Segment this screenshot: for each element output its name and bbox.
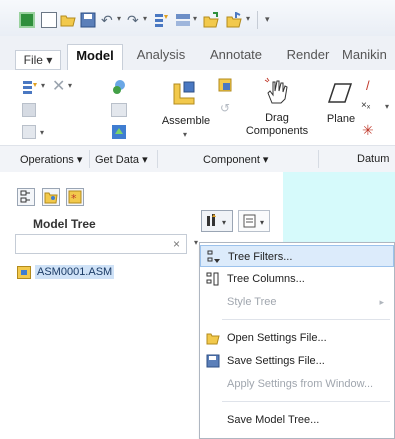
windows-dropdown-icon[interactable]: ▾ bbox=[193, 14, 197, 23]
regenerate-icon[interactable] bbox=[153, 12, 169, 28]
point-icon[interactable]: ×ₓ bbox=[361, 100, 370, 111]
group-component-label: Component bbox=[203, 154, 260, 166]
redo-icon[interactable]: ↷ bbox=[127, 12, 143, 28]
settings-dropdown-menu: Tree Filters... Tree Columns... Style Tr… bbox=[199, 242, 395, 439]
menu-item-label: Tree Columns... bbox=[227, 273, 305, 285]
new-icon[interactable] bbox=[41, 12, 57, 28]
app-icon bbox=[19, 12, 35, 28]
point-dropdown-icon[interactable]: ▾ bbox=[385, 102, 389, 111]
ribbon-tabs: File ▾ Model Analysis Annotate Render Ma… bbox=[0, 36, 395, 70]
customize-icon[interactable]: ▾ bbox=[265, 14, 270, 25]
toolbar-divider bbox=[257, 11, 258, 29]
assembly-icon bbox=[17, 266, 31, 279]
tab-analysis[interactable]: Analysis bbox=[127, 44, 195, 70]
show-button[interactable]: ▾ bbox=[238, 210, 270, 232]
menu-item-open-settings-file[interactable]: Open Settings File... bbox=[200, 327, 394, 349]
save-icon[interactable] bbox=[80, 12, 96, 28]
paste-dropdown-icon[interactable]: ▾ bbox=[40, 128, 44, 137]
assemble-icon[interactable] bbox=[170, 78, 198, 106]
tab-annotate[interactable]: Annotate bbox=[200, 44, 272, 70]
tab-file-label: File bbox=[23, 53, 43, 67]
undo-dropdown-icon[interactable]: ▾ bbox=[117, 14, 121, 23]
ribbon-group-bar: Operations ▾ Get Data ▾ Component ▾ Datu… bbox=[0, 145, 395, 173]
tree-columns-icon bbox=[206, 272, 220, 286]
menu-item-label: Open Settings File... bbox=[227, 332, 327, 344]
group-get-data[interactable]: Get Data ▾ bbox=[95, 153, 148, 166]
user-defined-feature-icon[interactable] bbox=[111, 79, 127, 95]
package-icon[interactable] bbox=[218, 78, 232, 92]
menu-item-label: Style Tree bbox=[227, 296, 277, 308]
tab-file[interactable]: File ▾ bbox=[15, 50, 61, 70]
menu-item-tree-columns[interactable]: Tree Columns... bbox=[200, 268, 394, 290]
open-folder-icon[interactable] bbox=[203, 12, 219, 28]
search-dropdown-icon[interactable]: ▾ bbox=[194, 238, 198, 247]
graphics-area[interactable] bbox=[283, 172, 395, 242]
drag-hand-icon[interactable] bbox=[262, 77, 290, 105]
redo-dropdown-icon[interactable]: ▾ bbox=[143, 14, 147, 23]
menu-item-label: Save Settings File... bbox=[227, 355, 325, 367]
assemble-dropdown-icon[interactable]: ▾ bbox=[183, 130, 187, 139]
delete-icon[interactable]: ✕ bbox=[52, 76, 65, 96]
tree-filters-icon bbox=[207, 250, 221, 264]
search-input[interactable] bbox=[20, 236, 164, 254]
copy-icon[interactable] bbox=[22, 103, 36, 117]
svg-text:*: * bbox=[71, 192, 77, 205]
save-icon bbox=[206, 354, 220, 368]
svg-text:▾: ▾ bbox=[260, 218, 264, 227]
tree-settings-icon: ▾ bbox=[207, 214, 226, 227]
delete-dropdown-icon[interactable]: ▾ bbox=[68, 81, 72, 90]
group-divider bbox=[318, 150, 319, 168]
menu-separator bbox=[222, 401, 390, 402]
folder-dropdown-icon[interactable]: ▾ bbox=[246, 14, 250, 23]
group-divider bbox=[89, 150, 90, 168]
model-tree-title: Model Tree bbox=[33, 217, 96, 231]
axis-icon[interactable]: / bbox=[366, 78, 370, 93]
copy-geometry-icon[interactable] bbox=[111, 103, 127, 117]
plane-label[interactable]: Plane bbox=[322, 113, 360, 126]
settings-button[interactable]: ▾ bbox=[201, 210, 233, 232]
tree-item-label: ASM0001.ASM bbox=[35, 265, 115, 279]
menu-item-save-settings-file[interactable]: Save Settings File... bbox=[200, 350, 394, 372]
undo-icon[interactable]: ↶ bbox=[101, 12, 117, 28]
group-component[interactable]: Component ▾ bbox=[203, 153, 268, 166]
svg-text:▾: ▾ bbox=[222, 218, 226, 227]
group-divider bbox=[157, 150, 158, 168]
open-folder-icon bbox=[206, 331, 220, 345]
menu-item-apply-settings-from-window: Apply Settings from Window... bbox=[200, 373, 394, 395]
drag-components-label[interactable]: Drag Components bbox=[242, 112, 312, 138]
tab-manikin[interactable]: Manikin bbox=[342, 44, 395, 70]
open-icon[interactable] bbox=[60, 12, 76, 28]
regenerate-icon[interactable] bbox=[22, 80, 38, 96]
submenu-arrow-icon: ▸ bbox=[379, 297, 384, 307]
menu-separator bbox=[222, 319, 390, 320]
menu-item-label: Save Model Tree... bbox=[227, 414, 320, 426]
menu-item-label: Apply Settings from Window... bbox=[227, 378, 374, 390]
folder-browser-tab-icon[interactable] bbox=[42, 188, 60, 206]
menu-item-save-model-tree[interactable]: Save Model Tree... bbox=[200, 409, 394, 431]
repeat-icon: ↺ bbox=[220, 101, 231, 115]
favorites-tab-icon[interactable]: * bbox=[66, 188, 84, 206]
menu-item-style-tree: Style Tree ▸ bbox=[200, 291, 394, 313]
group-operations-label: Operations bbox=[20, 154, 74, 166]
model-tree-tab-icon[interactable] bbox=[17, 188, 35, 206]
shrinkwrap-icon[interactable] bbox=[111, 124, 127, 140]
paste-icon[interactable] bbox=[22, 125, 36, 139]
assemble-label[interactable]: Assemble bbox=[156, 115, 216, 128]
regenerate-dropdown-icon[interactable]: ▾ bbox=[41, 81, 45, 90]
group-operations[interactable]: Operations ▾ bbox=[20, 153, 82, 166]
tab-model[interactable]: Model bbox=[67, 44, 123, 70]
windows-icon[interactable] bbox=[175, 12, 191, 28]
show-icon: ▾ bbox=[243, 214, 264, 228]
group-datum[interactable]: Datum bbox=[357, 153, 389, 165]
folder-arrow-icon[interactable] bbox=[226, 11, 242, 28]
plane-icon[interactable] bbox=[327, 82, 353, 104]
model-tree-search: × bbox=[15, 234, 187, 254]
coordinate-system-icon[interactable]: ✳ bbox=[362, 122, 374, 139]
menu-item-tree-filters[interactable]: Tree Filters... bbox=[200, 245, 394, 267]
quick-access-toolbar: ↶ ▾ ↷ ▾ ▾ ▾ ▾ bbox=[0, 0, 395, 37]
group-get-data-label: Get Data bbox=[95, 154, 140, 166]
tab-render[interactable]: Render bbox=[279, 44, 337, 70]
clear-search-icon[interactable]: × bbox=[173, 237, 180, 251]
menu-item-label: Tree Filters... bbox=[228, 251, 293, 263]
